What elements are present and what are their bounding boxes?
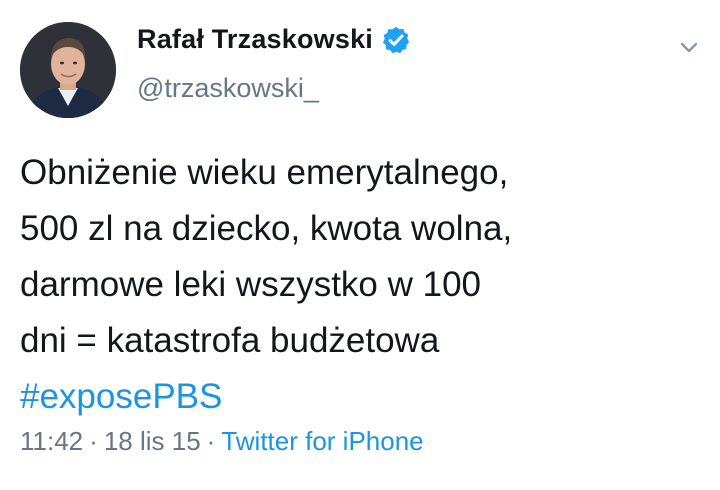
author-display-name[interactable]: Rafał Trzaskowski [137, 24, 373, 55]
tweet-text-line: Obniżenie wieku emerytalnego, [20, 153, 509, 192]
tweet-time[interactable]: 11:42 [20, 426, 83, 456]
tweet-text-line: dni = katastrofa budżetowa [20, 321, 440, 360]
tweet-card: Rafał Trzaskowski @trzaskowski_ Obniżeni… [0, 0, 720, 490]
tweet-text: Obniżenie wieku emerytalnego, 500 zl na … [20, 145, 710, 425]
tweet-metadata: 11:42 · 18 lis 15 · Twitter for iPhone [20, 426, 424, 457]
author-handle[interactable]: @trzaskowski_ [137, 73, 319, 104]
author-info: Rafał Trzaskowski [137, 24, 411, 55]
tweet-date[interactable]: 18 lis 15 [104, 426, 201, 456]
tweet-source-link[interactable]: Twitter for iPhone [221, 426, 423, 456]
tweet-text-line: darmowe leki wszystko w 100 [20, 265, 481, 304]
tweet-text-line: 500 zl na dziecko, kwota wolna, [20, 209, 513, 248]
chevron-down-icon[interactable] [676, 34, 702, 60]
verified-badge-icon [381, 25, 411, 55]
author-avatar[interactable] [20, 22, 116, 118]
meta-separator: · [89, 426, 98, 456]
avatar-image [20, 22, 116, 118]
meta-separator: · [206, 426, 216, 456]
hashtag-link[interactable]: #exposePBS [20, 369, 710, 425]
